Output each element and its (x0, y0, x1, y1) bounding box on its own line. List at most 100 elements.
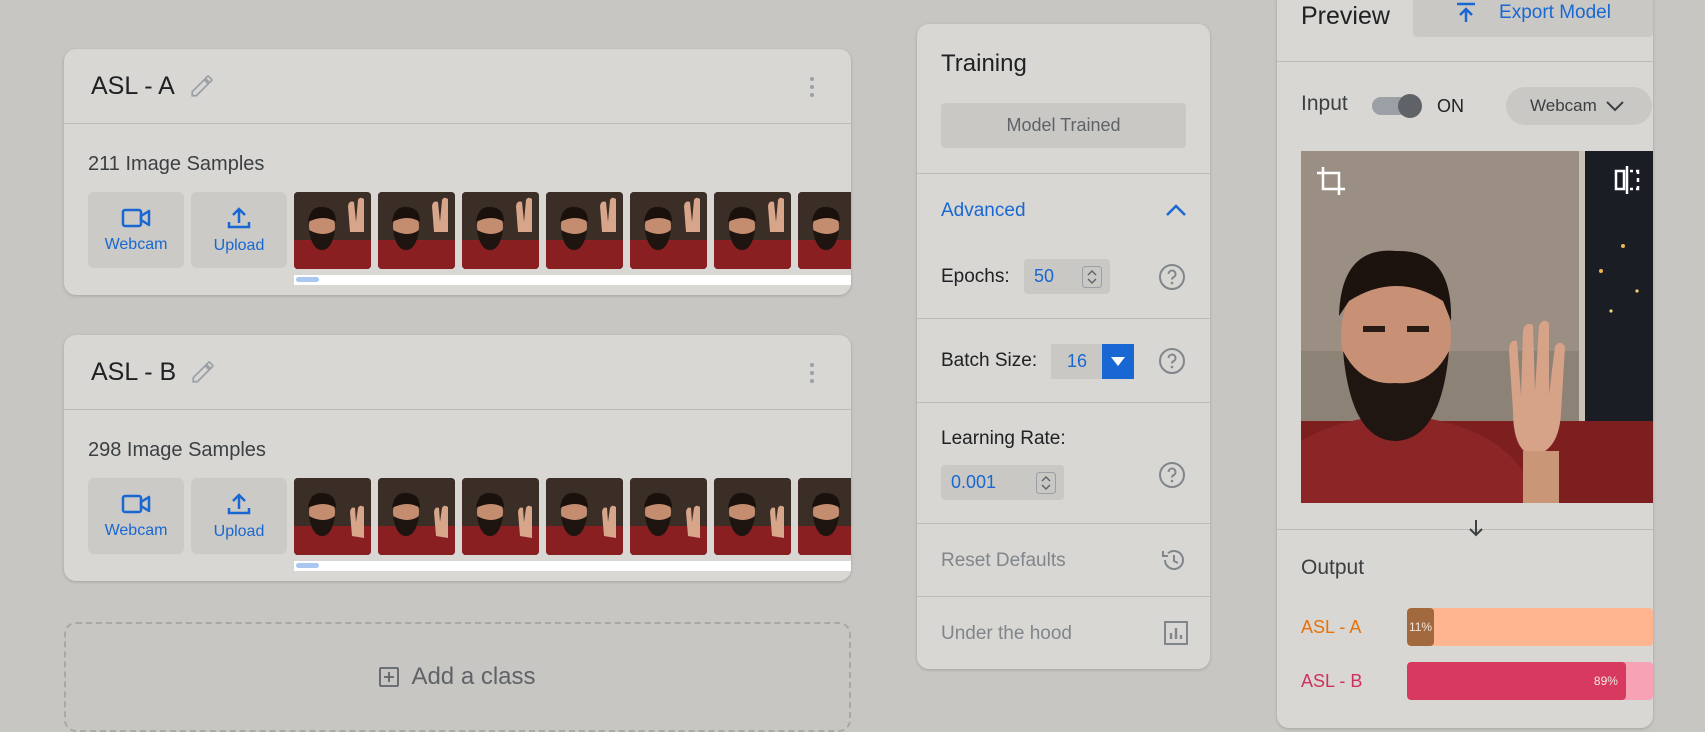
upload-button-label: Upload (213, 237, 265, 254)
scrollbar-knob[interactable] (296, 277, 319, 282)
sample-thumbnail[interactable] (798, 478, 851, 555)
output-class-name: ASL - A (1301, 617, 1362, 637)
confidence-percent: 11% (1408, 620, 1433, 634)
confidence-fill: 11% (1407, 608, 1435, 646)
preview-title: Preview (1301, 2, 1390, 30)
advanced-toggle[interactable]: Advanced (941, 200, 1026, 222)
export-model-label: Export Model (1499, 1, 1611, 23)
learning-rate-input[interactable]: 0.001 (941, 465, 1064, 500)
divider (917, 402, 1210, 403)
learning-rate-value: 0.001 (951, 472, 997, 492)
training-title: Training (941, 50, 1027, 77)
output-class-name: ASL - B (1301, 671, 1363, 691)
confidence-percent: 89% (1593, 674, 1618, 688)
input-toggle[interactable] (1372, 94, 1422, 118)
divider (917, 173, 1210, 174)
thumbnail-scrollbar[interactable] (294, 561, 851, 571)
under-the-hood-button[interactable]: Under the hood (941, 623, 1072, 645)
webcam-button[interactable]: Webcam (88, 192, 184, 268)
class-header: ASL - B (64, 335, 851, 410)
upload-button-label: Upload (213, 523, 265, 540)
upload-icon (227, 207, 251, 229)
epochs-input[interactable]: 50 (1024, 259, 1110, 294)
chevron-up-icon[interactable] (1164, 202, 1188, 218)
reset-defaults-button[interactable]: Reset Defaults (941, 550, 1066, 572)
flip-icon[interactable] (1613, 165, 1641, 195)
sample-count: 298 Image Samples (88, 439, 266, 461)
input-label: Input (1301, 92, 1348, 115)
edit-pencil-icon[interactable] (189, 73, 215, 99)
preview-panel: Preview Export Model Input ON Webcam Out… (1277, 0, 1653, 728)
video-camera-icon (121, 208, 151, 228)
add-class-label: Add a class (411, 663, 536, 690)
webcam-button-label: Webcam (104, 522, 168, 539)
add-class-button[interactable]: Add a class (64, 622, 851, 732)
batch-size-label: Batch Size: (941, 350, 1038, 371)
sample-thumbnails[interactable] (294, 478, 851, 556)
sample-thumbnail[interactable] (630, 192, 707, 269)
class-header: ASL - A (64, 49, 851, 124)
toggle-knob (1398, 94, 1422, 118)
sample-thumbnail[interactable] (546, 192, 623, 269)
add-box-icon (379, 667, 400, 687)
chevron-down-icon (1606, 101, 1624, 112)
crop-icon[interactable] (1315, 165, 1347, 197)
divider (917, 318, 1210, 319)
edit-pencil-icon[interactable] (190, 359, 216, 385)
scrollbar-knob[interactable] (296, 563, 319, 568)
train-model-button[interactable]: Model Trained (941, 103, 1186, 148)
help-icon[interactable] (1158, 263, 1186, 291)
webcam-image (1301, 151, 1653, 503)
sample-thumbnail[interactable] (798, 192, 851, 269)
sample-thumbnail[interactable] (630, 478, 707, 555)
batch-size-value: 16 (1067, 351, 1088, 371)
upload-button[interactable]: Upload (191, 478, 287, 554)
learning-rate-label: Learning Rate: (941, 428, 1066, 449)
output-label: Output (1301, 556, 1365, 579)
webcam-button-label: Webcam (104, 236, 168, 253)
dropdown-arrow[interactable] (1102, 344, 1134, 379)
class-name[interactable]: ASL - A (91, 72, 175, 101)
help-icon[interactable] (1158, 461, 1186, 489)
sample-thumbnail[interactable] (378, 192, 455, 269)
upload-icon (227, 493, 251, 515)
confidence-fill: 89% (1407, 662, 1626, 700)
sample-thumbnail[interactable] (378, 478, 455, 555)
stepper-icon[interactable] (1082, 266, 1102, 288)
class-name[interactable]: ASL - B (91, 358, 176, 387)
help-icon[interactable] (1158, 347, 1186, 375)
stepper-icon[interactable] (1036, 472, 1056, 494)
divider (1277, 529, 1653, 530)
class-card-a: ASL - A 211 Image Samples Webcam Upload (64, 49, 851, 295)
export-model-button[interactable]: Export Model (1413, 0, 1653, 37)
divider (917, 596, 1210, 597)
sample-count: 211 Image Samples (88, 153, 265, 175)
video-camera-icon (121, 494, 151, 514)
more-options-icon[interactable] (809, 75, 815, 99)
sample-thumbnail[interactable] (294, 192, 371, 269)
batch-size-select[interactable]: 16 (1051, 344, 1134, 379)
sample-thumbnail[interactable] (714, 478, 791, 555)
upload-button[interactable]: Upload (191, 192, 287, 268)
arrow-down-icon (1469, 520, 1483, 537)
more-options-icon[interactable] (809, 361, 815, 385)
input-source-label: Webcam (1530, 96, 1597, 115)
history-icon[interactable] (1160, 546, 1188, 574)
divider (917, 523, 1210, 524)
sample-thumbnail[interactable] (462, 478, 539, 555)
bar-chart-icon[interactable] (1164, 621, 1188, 645)
webcam-feed (1301, 151, 1653, 503)
sample-thumbnail[interactable] (546, 478, 623, 555)
webcam-button[interactable]: Webcam (88, 478, 184, 554)
divider (1277, 61, 1653, 62)
thumbnail-scrollbar[interactable] (294, 275, 851, 285)
confidence-bar: 89% (1407, 662, 1653, 700)
input-source-select[interactable]: Webcam (1506, 87, 1652, 125)
caret-down-icon (1111, 356, 1125, 366)
sample-thumbnail[interactable] (294, 478, 371, 555)
epochs-label: Epochs: (941, 266, 1010, 287)
sample-thumbnails[interactable] (294, 192, 851, 270)
sample-thumbnail[interactable] (462, 192, 539, 269)
sample-thumbnail[interactable] (714, 192, 791, 269)
export-upload-icon (1457, 2, 1476, 22)
